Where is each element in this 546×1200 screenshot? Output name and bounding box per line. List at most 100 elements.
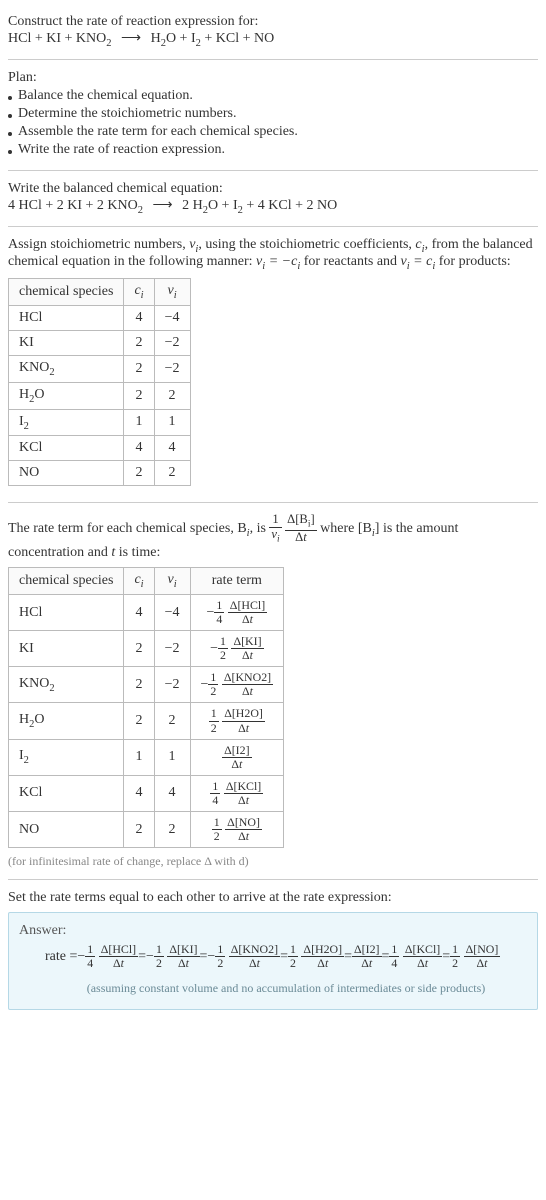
table-row: KCl4414 Δ[KCl]Δt	[9, 775, 284, 811]
stoich-section: Assign stoichiometric numbers, νi, using…	[8, 231, 538, 499]
cell-nu: 2	[154, 812, 190, 848]
rate-intro-line2: concentration and t is time:	[8, 545, 538, 561]
cell-nu: 2	[154, 461, 190, 486]
cell-rate-term: 14 Δ[KCl]Δt	[190, 775, 284, 811]
equals: =	[280, 944, 288, 971]
eq-right-mid1: O + I	[166, 31, 196, 46]
table-row: KI2−2	[9, 330, 191, 355]
den: νi	[269, 528, 281, 545]
final-intro: Set the rate terms equal to each other t…	[8, 890, 538, 906]
table-row: NO2212 Δ[NO]Δt	[9, 812, 284, 848]
table-row: KNO22−2	[9, 355, 191, 382]
plan-item-text: Assemble the rate term for each chemical…	[18, 124, 298, 140]
table-row: H2O22	[9, 382, 191, 409]
cell-rate-term: −14 Δ[HCl]Δt	[190, 594, 284, 630]
eq: = −	[265, 254, 291, 269]
bullet-icon	[8, 150, 12, 154]
cell-species: KI	[9, 330, 124, 355]
eq: =	[410, 254, 426, 269]
nu-i: νi	[189, 237, 198, 252]
arrow-icon: ⟶	[152, 197, 172, 214]
divider	[8, 170, 538, 171]
divider	[8, 59, 538, 60]
plan-item: Write the rate of reaction expression.	[8, 142, 538, 158]
cell-c: 2	[124, 355, 154, 382]
cell-c: 1	[124, 739, 154, 775]
num: 1	[269, 513, 281, 528]
c-i: ci	[415, 237, 424, 252]
plan-item-text: Write the rate of reaction expression.	[18, 142, 225, 158]
plan-item-text: Balance the chemical equation.	[18, 88, 193, 104]
text: is time:	[115, 545, 160, 560]
nu-sub: i	[277, 535, 280, 545]
cell-nu: 2	[154, 382, 190, 409]
cell-species: HCl	[9, 305, 124, 330]
bal-right-mid2: + 4 KCl + 2 NO	[243, 198, 337, 213]
bal-left: 4 HCl + 2 KI + 2 KNO	[8, 198, 138, 213]
table-row: I211	[9, 409, 191, 436]
divider	[8, 502, 538, 503]
table-row: KI2−2−12 Δ[KI]Δt	[9, 631, 284, 667]
cell-rate-term: −12 Δ[KI]Δt	[190, 631, 284, 667]
cell-species: I2	[9, 409, 124, 436]
cell-nu: −4	[154, 594, 190, 630]
dbi-dt: Δ[Bi]Δt	[285, 513, 317, 545]
cell-nu: 1	[154, 409, 190, 436]
divider	[8, 226, 538, 227]
col-species: chemical species	[9, 279, 124, 306]
table-row: HCl4−4	[9, 305, 191, 330]
cell-c: 2	[124, 703, 154, 739]
cell-species: NO	[9, 812, 124, 848]
final-section: Set the rate terms equal to each other t…	[8, 884, 538, 1016]
text: , from	[425, 237, 459, 252]
cell-rate-term: 12 Δ[NO]Δt	[190, 812, 284, 848]
text: , is	[250, 521, 270, 536]
rel-products: νi = ci	[401, 254, 436, 269]
cell-species: HCl	[9, 594, 124, 630]
cell-species: H2O	[9, 703, 124, 739]
c-sub: i	[141, 290, 144, 301]
cell-c: 4	[124, 305, 154, 330]
rate-term-section: The rate term for each chemical species,…	[8, 507, 538, 875]
eq-right-pre: H	[151, 31, 161, 46]
cell-nu: −2	[154, 330, 190, 355]
rate-term: Δ[I2]Δt	[352, 943, 381, 970]
rate-term: −12 Δ[KNO2]Δt	[207, 943, 280, 970]
cell-c: 2	[124, 812, 154, 848]
balanced-title: Write the balanced chemical equation:	[8, 181, 538, 197]
bullet-icon	[8, 96, 12, 100]
answer-footnote: (assuming constant volume and no accumul…	[45, 977, 527, 1000]
bal-right-mid1: O + I	[208, 198, 238, 213]
cell-nu: −4	[154, 305, 190, 330]
prompt-text: Construct the rate of reaction expressio…	[8, 14, 538, 30]
rate-term: 12 Δ[H2O]Δt	[288, 943, 344, 970]
plan-item-text: Determine the stoichiometric numbers.	[18, 106, 237, 122]
cell-c: 4	[124, 594, 154, 630]
rate-expression: rate = −14 Δ[HCl]Δt = −12 Δ[KI]Δt = −12 …	[45, 943, 527, 970]
cell-nu: 1	[154, 739, 190, 775]
table-header-row: chemical species ci νi	[9, 279, 191, 306]
text: ] is the amount	[375, 521, 459, 536]
nu-sub: i	[174, 579, 177, 590]
equals: =	[200, 944, 208, 971]
text: where [B	[320, 521, 372, 536]
rate-term: −14 Δ[HCl]Δt	[77, 943, 138, 970]
t: t	[303, 530, 307, 544]
equals: =	[382, 944, 390, 971]
den: Δt	[285, 531, 317, 545]
cell-species: KNO2	[9, 355, 124, 382]
cell-c: 2	[124, 382, 154, 409]
text: and	[377, 254, 401, 269]
cell-rate-term: Δ[I2]Δt	[190, 739, 284, 775]
table-row: NO22	[9, 461, 191, 486]
cell-rate-term: 12 Δ[H2O]Δt	[190, 703, 284, 739]
unbalanced-equation: HCl + KI + KNO2 ⟶ H2O + I2 + KCl + NO	[8, 30, 538, 49]
table-row: I211Δ[I2]Δt	[9, 739, 284, 775]
bullet-icon	[8, 132, 12, 136]
text: Assign stoichiometric numbers,	[8, 237, 189, 252]
cell-nu: 4	[154, 775, 190, 811]
cell-c: 4	[124, 775, 154, 811]
one-over-nu: 1νi	[269, 513, 281, 545]
table-row: H2O2212 Δ[H2O]Δt	[9, 703, 284, 739]
plan-item: Assemble the rate term for each chemical…	[8, 124, 538, 140]
